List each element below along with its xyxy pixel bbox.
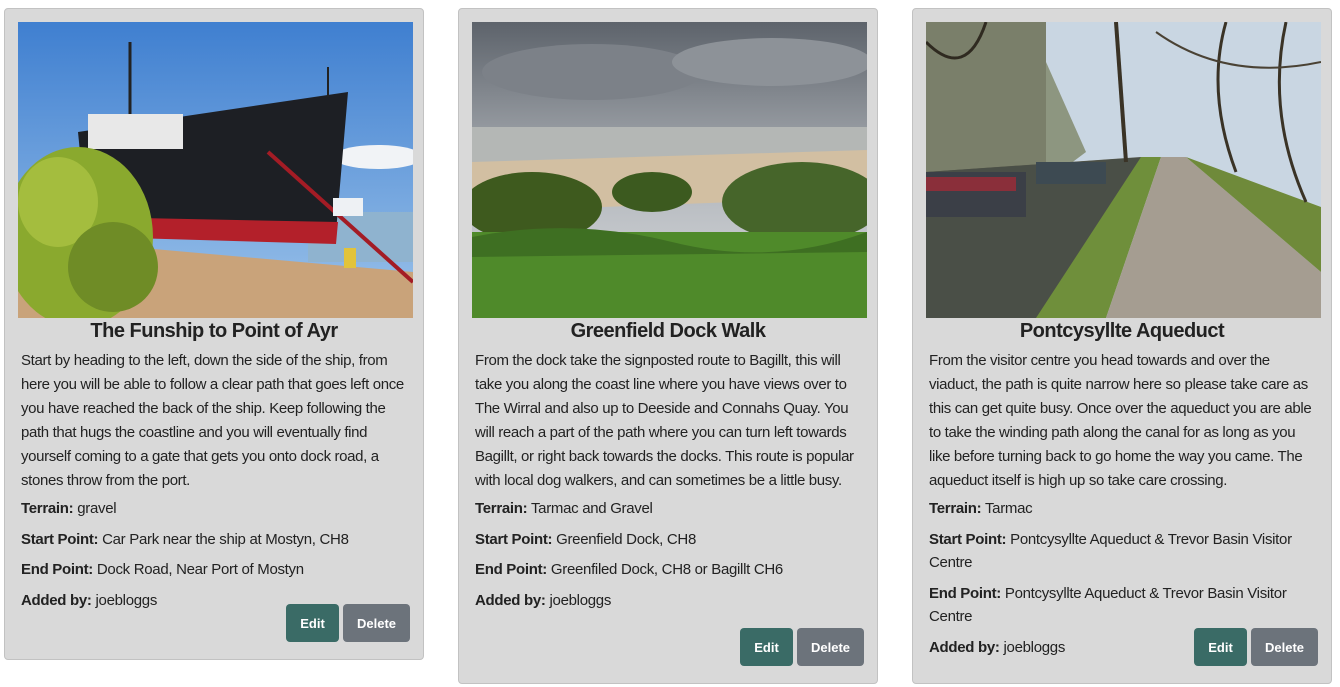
- edit-button[interactable]: Edit: [740, 628, 793, 666]
- start-point-value: Greenfield Dock, CH8: [556, 530, 697, 548]
- walk-title: Greenfield Dock Walk: [570, 320, 766, 342]
- terrain-value: Tarmac and Gravel: [530, 500, 653, 517]
- walk-end-point: End Point: Pontcysyllte Aqueduct & Trevo…: [929, 582, 1318, 629]
- terrain-value: Tarmac: [984, 500, 1033, 517]
- walk-start-point: Start Point: Car Park near the ship at M…: [21, 528, 410, 552]
- edit-button[interactable]: Edit: [1194, 628, 1247, 666]
- added-by-value: joebloggs: [549, 591, 612, 609]
- walk-end-point: End Point: Dock Road, Near Port of Mosty…: [21, 558, 410, 582]
- start-point-label: Start Point:: [21, 530, 99, 548]
- terrain-label: Terrain:: [475, 500, 528, 517]
- end-point-value: Greenfiled Dock, CH8 or Bagillt CH6: [550, 561, 783, 578]
- start-point-label: Start Point:: [475, 530, 553, 548]
- start-point-label: Start Point:: [929, 530, 1007, 548]
- walk-photo-ship: [18, 22, 413, 318]
- walk-title: The Funship to Point of Ayr: [90, 320, 338, 342]
- terrain-label: Terrain:: [929, 500, 982, 517]
- added-by-value: joebloggs: [1003, 638, 1066, 656]
- walk-description: From the visitor centre you head towards…: [929, 352, 1312, 489]
- walk-actions: Edit Delete: [1194, 628, 1318, 666]
- walk-card: Pontcysyllte Aqueduct From the visitor c…: [912, 8, 1332, 684]
- added-by-value: joebloggs: [95, 591, 158, 609]
- walk-terrain: Terrain: gravel: [21, 497, 410, 521]
- delete-button[interactable]: Delete: [797, 628, 864, 666]
- delete-button[interactable]: Delete: [343, 604, 410, 642]
- added-by-label: Added by:: [475, 591, 546, 609]
- edit-button[interactable]: Edit: [286, 604, 339, 642]
- delete-button[interactable]: Delete: [1251, 628, 1318, 666]
- walk-card: The Funship to Point of Ayr Start by hea…: [4, 8, 424, 660]
- walk-terrain: Terrain: Tarmac and Gravel: [475, 497, 864, 521]
- walk-title: Pontcysyllte Aqueduct: [1019, 320, 1225, 342]
- walk-description: Start by heading to the left, down the s…: [21, 352, 404, 489]
- walk-start-point: Start Point: Greenfield Dock, CH8: [475, 528, 864, 552]
- start-point-value: Car Park near the ship at Mostyn, CH8: [102, 530, 349, 548]
- end-point-label: End Point:: [929, 584, 1001, 602]
- walk-actions: Edit Delete: [740, 628, 864, 666]
- walk-end-point: End Point: Greenfiled Dock, CH8 or Bagil…: [475, 558, 864, 582]
- walk-actions: Edit Delete: [286, 604, 410, 642]
- terrain-label: Terrain:: [21, 500, 74, 517]
- walk-card: Greenfield Dock Walk From the dock take …: [458, 8, 878, 684]
- end-point-label: End Point:: [21, 561, 93, 578]
- walk-terrain: Terrain: Tarmac: [929, 497, 1318, 521]
- walk-photo-dock: [472, 22, 867, 318]
- walk-photo-canal: [926, 22, 1321, 318]
- end-point-value: Dock Road, Near Port of Mostyn: [96, 561, 304, 578]
- added-by-label: Added by:: [21, 591, 92, 609]
- end-point-label: End Point:: [475, 561, 547, 578]
- walk-description: From the dock take the signposted route …: [475, 352, 854, 489]
- added-by-label: Added by:: [929, 638, 1000, 656]
- terrain-value: gravel: [77, 500, 117, 517]
- walk-start-point: Start Point: Pontcysyllte Aqueduct & Tre…: [929, 528, 1318, 575]
- walk-added-by: Added by: joebloggs: [475, 589, 864, 613]
